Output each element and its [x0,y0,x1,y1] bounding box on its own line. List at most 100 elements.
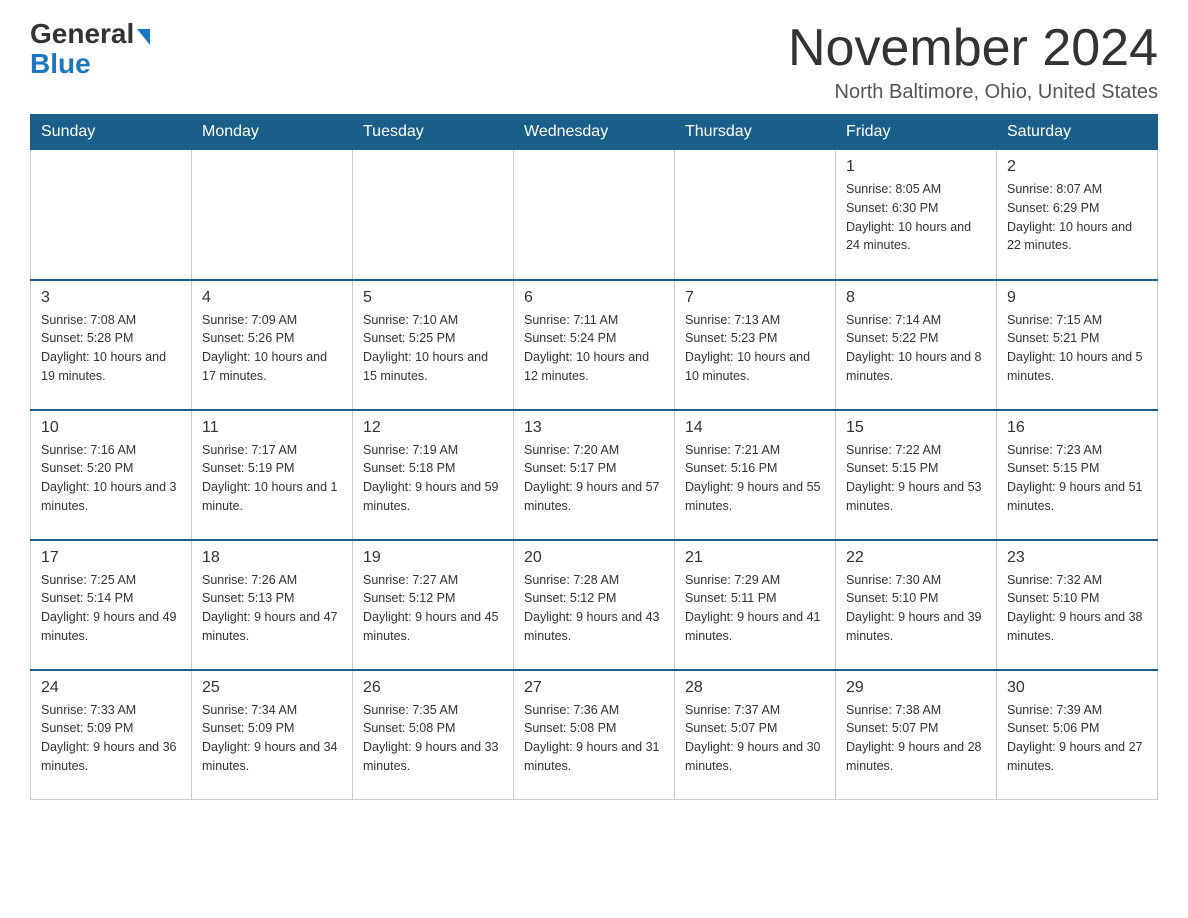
day-info: Sunrise: 8:07 AMSunset: 6:29 PMDaylight:… [1007,180,1147,255]
day-info: Sunrise: 7:36 AMSunset: 5:08 PMDaylight:… [524,701,664,776]
day-info: Sunrise: 7:33 AMSunset: 5:09 PMDaylight:… [41,701,181,776]
day-info: Sunrise: 7:14 AMSunset: 5:22 PMDaylight:… [846,311,986,386]
table-row: 8 Sunrise: 7:14 AMSunset: 5:22 PMDaylight… [836,280,997,410]
day-number: 10 [41,419,181,437]
day-number: 29 [846,679,986,697]
day-number: 22 [846,549,986,567]
logo-general: General [30,20,134,48]
table-row: 24 Sunrise: 7:33 AMSunset: 5:09 PMDayligh… [31,670,192,800]
header-friday: Friday [836,115,997,150]
day-number: 4 [202,289,342,307]
day-info: Sunrise: 7:25 AMSunset: 5:14 PMDaylight:… [41,571,181,646]
table-row: 22 Sunrise: 7:30 AMSunset: 5:10 PMDayligh… [836,540,997,670]
table-row: 7 Sunrise: 7:13 AMSunset: 5:23 PMDaylight… [675,280,836,410]
header-wednesday: Wednesday [514,115,675,150]
day-number: 28 [685,679,825,697]
day-info: Sunrise: 7:20 AMSunset: 5:17 PMDaylight:… [524,441,664,516]
day-info: Sunrise: 7:23 AMSunset: 5:15 PMDaylight:… [1007,441,1147,516]
day-number: 20 [524,549,664,567]
logo: General Blue [30,20,150,78]
table-row: 23 Sunrise: 7:32 AMSunset: 5:10 PMDayligh… [997,540,1158,670]
calendar-week-row: 24 Sunrise: 7:33 AMSunset: 5:09 PMDayligh… [31,670,1158,800]
day-info: Sunrise: 7:13 AMSunset: 5:23 PMDaylight:… [685,311,825,386]
table-row: 16 Sunrise: 7:23 AMSunset: 5:15 PMDayligh… [997,410,1158,540]
table-row: 27 Sunrise: 7:36 AMSunset: 5:08 PMDayligh… [514,670,675,800]
calendar-week-row: 17 Sunrise: 7:25 AMSunset: 5:14 PMDayligh… [31,540,1158,670]
table-row: 25 Sunrise: 7:34 AMSunset: 5:09 PMDayligh… [192,670,353,800]
header-tuesday: Tuesday [353,115,514,150]
page-header: General Blue November 2024 North Baltimo… [30,20,1158,104]
day-info: Sunrise: 7:34 AMSunset: 5:09 PMDaylight:… [202,701,342,776]
header-saturday: Saturday [997,115,1158,150]
table-row: 11 Sunrise: 7:17 AMSunset: 5:19 PMDayligh… [192,410,353,540]
day-number: 8 [846,289,986,307]
day-info: Sunrise: 7:19 AMSunset: 5:18 PMDaylight:… [363,441,503,516]
day-number: 2 [1007,158,1147,176]
day-number: 19 [363,549,503,567]
table-row: 3 Sunrise: 7:08 AMSunset: 5:28 PMDaylight… [31,280,192,410]
day-number: 21 [685,549,825,567]
location-subtitle: North Baltimore, Ohio, United States [788,81,1158,104]
calendar-header-row: Sunday Monday Tuesday Wednesday Thursday… [31,115,1158,150]
header-thursday: Thursday [675,115,836,150]
table-row: 10 Sunrise: 7:16 AMSunset: 5:20 PMDayligh… [31,410,192,540]
day-number: 3 [41,289,181,307]
day-number: 12 [363,419,503,437]
table-row [514,150,675,280]
day-info: Sunrise: 7:35 AMSunset: 5:08 PMDaylight:… [363,701,503,776]
table-row: 12 Sunrise: 7:19 AMSunset: 5:18 PMDayligh… [353,410,514,540]
day-info: Sunrise: 7:37 AMSunset: 5:07 PMDaylight:… [685,701,825,776]
table-row: 13 Sunrise: 7:20 AMSunset: 5:17 PMDayligh… [514,410,675,540]
table-row: 2 Sunrise: 8:07 AMSunset: 6:29 PMDaylight… [997,150,1158,280]
day-info: Sunrise: 7:16 AMSunset: 5:20 PMDaylight:… [41,441,181,516]
day-number: 7 [685,289,825,307]
day-number: 17 [41,549,181,567]
table-row: 21 Sunrise: 7:29 AMSunset: 5:11 PMDayligh… [675,540,836,670]
day-number: 18 [202,549,342,567]
day-info: Sunrise: 7:27 AMSunset: 5:12 PMDaylight:… [363,571,503,646]
day-info: Sunrise: 7:15 AMSunset: 5:21 PMDaylight:… [1007,311,1147,386]
day-number: 13 [524,419,664,437]
table-row [192,150,353,280]
table-row: 17 Sunrise: 7:25 AMSunset: 5:14 PMDayligh… [31,540,192,670]
day-info: Sunrise: 7:38 AMSunset: 5:07 PMDaylight:… [846,701,986,776]
logo-triangle-icon [137,29,150,45]
calendar-week-row: 3 Sunrise: 7:08 AMSunset: 5:28 PMDaylight… [31,280,1158,410]
day-number: 24 [41,679,181,697]
table-row: 29 Sunrise: 7:38 AMSunset: 5:07 PMDayligh… [836,670,997,800]
day-number: 30 [1007,679,1147,697]
table-row [353,150,514,280]
header-sunday: Sunday [31,115,192,150]
day-number: 27 [524,679,664,697]
day-number: 15 [846,419,986,437]
title-block: November 2024 North Baltimore, Ohio, Uni… [788,20,1158,104]
table-row: 26 Sunrise: 7:35 AMSunset: 5:08 PMDayligh… [353,670,514,800]
day-info: Sunrise: 8:05 AMSunset: 6:30 PMDaylight:… [846,180,986,255]
month-year-title: November 2024 [788,20,1158,77]
table-row: 1Sunrise: 8:05 AMSunset: 6:30 PMDaylight… [836,150,997,280]
table-row: 20 Sunrise: 7:28 AMSunset: 5:12 PMDayligh… [514,540,675,670]
day-number: 5 [363,289,503,307]
day-info: Sunrise: 7:28 AMSunset: 5:12 PMDaylight:… [524,571,664,646]
day-info: Sunrise: 7:10 AMSunset: 5:25 PMDaylight:… [363,311,503,386]
day-number: 26 [363,679,503,697]
day-info: Sunrise: 7:30 AMSunset: 5:10 PMDaylight:… [846,571,986,646]
day-info: Sunrise: 7:32 AMSunset: 5:10 PMDaylight:… [1007,571,1147,646]
table-row: 19 Sunrise: 7:27 AMSunset: 5:12 PMDayligh… [353,540,514,670]
table-row: 6Sunrise: 7:11 AMSunset: 5:24 PMDaylight… [514,280,675,410]
day-info: Sunrise: 7:29 AMSunset: 5:11 PMDaylight:… [685,571,825,646]
table-row: 14Sunrise: 7:21 AMSunset: 5:16 PMDayligh… [675,410,836,540]
day-number: 25 [202,679,342,697]
day-info: Sunrise: 7:39 AMSunset: 5:06 PMDaylight:… [1007,701,1147,776]
day-number: 23 [1007,549,1147,567]
calendar-week-row: 10 Sunrise: 7:16 AMSunset: 5:20 PMDayligh… [31,410,1158,540]
day-number: 6 [524,289,664,307]
day-number: 14 [685,419,825,437]
day-info: Sunrise: 7:17 AMSunset: 5:19 PMDaylight:… [202,441,342,516]
table-row: 30 Sunrise: 7:39 AMSunset: 5:06 PMDayligh… [997,670,1158,800]
day-info: Sunrise: 7:08 AMSunset: 5:28 PMDaylight:… [41,311,181,386]
day-number: 16 [1007,419,1147,437]
logo-blue: Blue [30,50,91,78]
day-number: 11 [202,419,342,437]
table-row: 28 Sunrise: 7:37 AMSunset: 5:07 PMDayligh… [675,670,836,800]
